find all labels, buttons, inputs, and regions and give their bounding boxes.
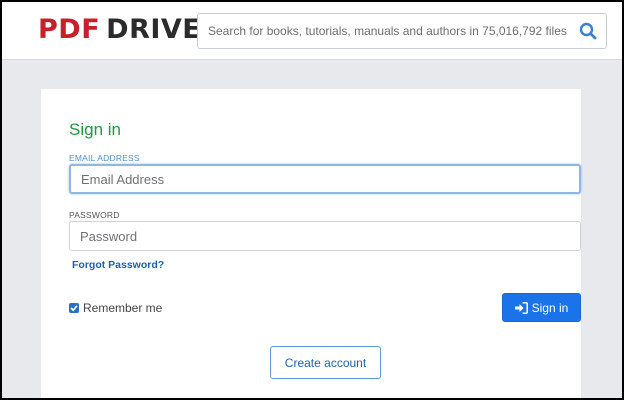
create-account-button[interactable]: Create account	[270, 346, 381, 379]
logo-drive-text: DRIVE	[106, 14, 202, 45]
sign-in-button[interactable]: Sign in	[502, 293, 581, 322]
remember-me-checkbox[interactable]	[69, 303, 79, 313]
pdfdrive-logo[interactable]: PDF DRIVE	[38, 14, 201, 46]
search-icon	[579, 22, 597, 40]
sign-in-icon	[514, 301, 528, 314]
logo-pdf-text: PDF	[38, 14, 101, 45]
email-label: EMAIL ADDRESS	[69, 153, 140, 163]
remember-me[interactable]: Remember me	[69, 301, 162, 315]
remember-me-label: Remember me	[83, 301, 163, 315]
search-button[interactable]	[576, 19, 600, 43]
password-label: PASSWORD	[69, 210, 120, 220]
sign-in-title: Sign in	[69, 120, 121, 139]
sign-in-card: Sign in EMAIL ADDRESS PASSWORD Forgot Pa…	[41, 89, 581, 400]
checkmark-icon	[70, 305, 78, 312]
email-field[interactable]	[69, 164, 581, 194]
search-input[interactable]	[208, 14, 568, 48]
search-bar	[197, 13, 607, 49]
site-header: PDF DRIVE	[0, 0, 624, 60]
sign-in-button-label: Sign in	[531, 300, 569, 315]
password-field[interactable]	[69, 221, 581, 251]
forgot-password-link[interactable]: Forgot Password?	[72, 259, 164, 271]
